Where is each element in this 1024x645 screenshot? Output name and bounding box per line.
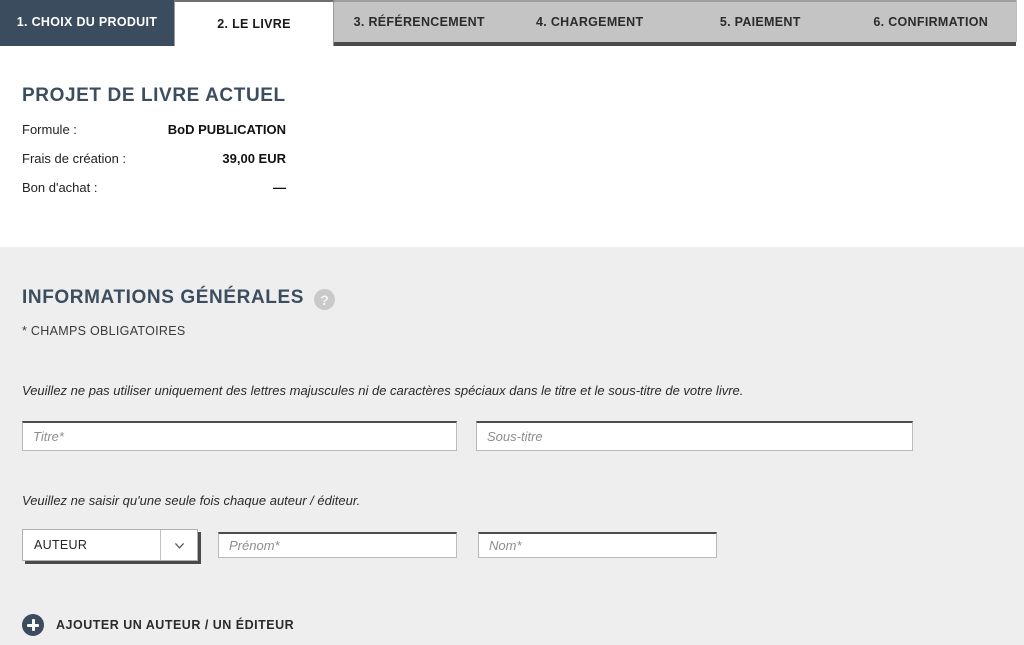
tab-label: 5. PAIEMENT	[719, 15, 801, 29]
tab-label: 2. LE LIVRE	[217, 17, 291, 31]
author-field-hint: Veuillez ne saisir qu'une seule fois cha…	[22, 493, 361, 508]
project-detail-value: —	[273, 180, 286, 195]
title-input[interactable]	[22, 421, 457, 451]
wizard-tab-bar: 1. CHOIX DU PRODUIT 2. LE LIVRE 3. RÉFÉR…	[0, 0, 1016, 46]
page-title: PROJET DE LIVRE ACTUEL	[22, 85, 286, 106]
author-role-value: AUTEUR	[34, 538, 88, 552]
project-detail-list: Formule : BoD PUBLICATION Frais de créat…	[22, 122, 286, 209]
author-role-select[interactable]: AUTEUR	[22, 529, 198, 561]
tab-label: 4. CHARGEMENT	[536, 15, 644, 29]
project-detail-label: Bon d'achat :	[22, 180, 98, 195]
tab-chargement[interactable]: 4. CHARGEMENT	[504, 0, 675, 46]
add-author-button[interactable]: AJOUTER UN AUTEUR / UN ÉDITEUR	[22, 614, 294, 636]
project-detail-row: Bon d'achat : —	[22, 180, 286, 195]
general-information-section: INFORMATIONS GÉNÉRALES ? * CHAMPS OBLIGA…	[0, 247, 1024, 645]
tab-referencement[interactable]: 3. RÉFÉRENCEMENT	[334, 0, 505, 46]
tab-choix-du-produit[interactable]: 1. CHOIX DU PRODUIT	[0, 0, 174, 46]
section-header: INFORMATIONS GÉNÉRALES ?	[22, 286, 336, 310]
project-detail-label: Frais de création :	[22, 151, 127, 166]
tab-confirmation[interactable]: 6. CONFIRMATION	[845, 0, 1016, 46]
current-project-panel: PROJET DE LIVRE ACTUEL Formule : BoD PUB…	[0, 46, 1024, 247]
tab-label: 1. CHOIX DU PRODUIT	[16, 14, 158, 29]
project-detail-label: Formule :	[22, 122, 77, 137]
firstname-input[interactable]	[218, 532, 457, 558]
tab-le-livre[interactable]: 2. LE LIVRE	[174, 0, 334, 46]
subtitle-input[interactable]	[476, 421, 913, 451]
lastname-input[interactable]	[478, 532, 717, 558]
plus-circle-icon	[22, 614, 44, 636]
add-author-label: AJOUTER UN AUTEUR / UN ÉDITEUR	[56, 618, 295, 632]
tab-label: 3. RÉFÉRENCEMENT	[353, 15, 485, 29]
section-title: INFORMATIONS GÉNÉRALES	[22, 287, 305, 308]
required-fields-note: * CHAMPS OBLIGATOIRES	[22, 324, 186, 338]
title-field-hint: Veuillez ne pas utiliser uniquement des …	[22, 383, 744, 398]
project-detail-row: Formule : BoD PUBLICATION	[22, 122, 286, 137]
tab-paiement[interactable]: 5. PAIEMENT	[675, 0, 846, 46]
project-detail-row: Frais de création : 39,00 EUR	[22, 151, 286, 166]
project-detail-value: BoD PUBLICATION	[167, 122, 286, 137]
help-circle-icon[interactable]: ?	[314, 289, 336, 310]
tab-label: 6. CONFIRMATION	[873, 15, 989, 29]
tab-bar-right-edge	[1016, 0, 1024, 42]
project-detail-value: 39,00 EUR	[222, 151, 286, 166]
chevron-down-icon[interactable]	[160, 530, 197, 560]
